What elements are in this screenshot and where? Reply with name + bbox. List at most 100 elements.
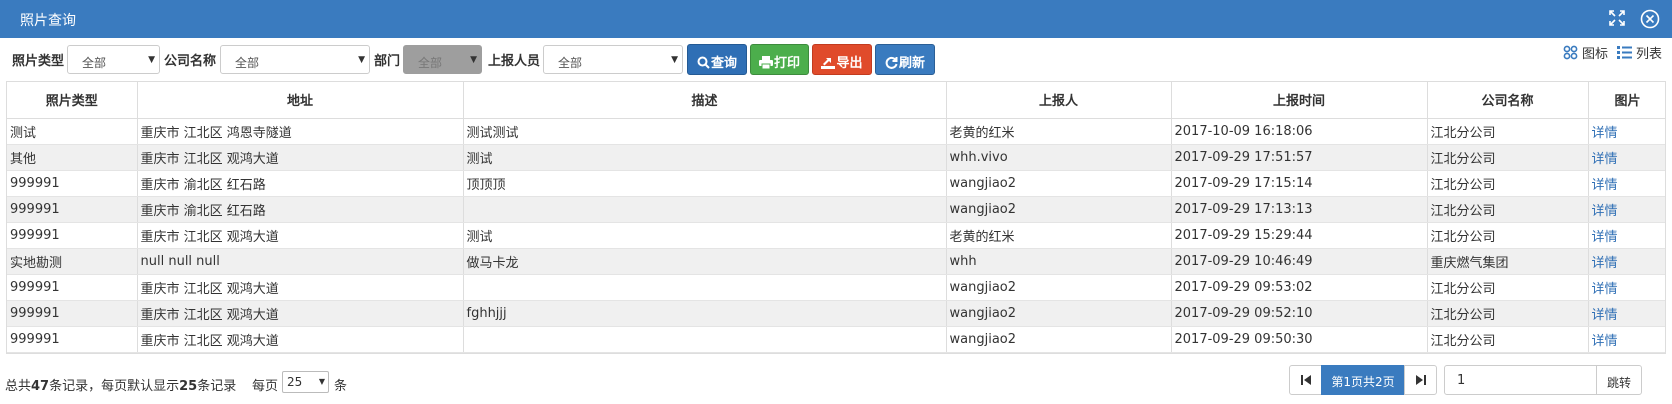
view-icon-button[interactable]: 图标 — [1563, 43, 1608, 62]
search-icon — [697, 56, 710, 69]
per-page-label: 每页 — [252, 379, 279, 394]
cell-description: 做马卡龙 — [463, 248, 947, 275]
cell-report-time: 2017-09-29 17:13:13 — [1171, 196, 1428, 223]
query-button[interactable]: 查询 — [687, 44, 747, 75]
cell-reporter: wangjiao2 — [946, 326, 1172, 353]
grid-view-icon — [1563, 45, 1578, 60]
refresh-icon — [885, 56, 898, 69]
query-label: 查询 — [710, 56, 737, 71]
cell-company: 江北分公司 — [1427, 196, 1589, 223]
cell-photo-type: 999991 — [7, 170, 138, 197]
record-summary: 总共47条记录，每页默认显示25条记录 — [5, 375, 236, 394]
cell-detail-link[interactable]: 详情 — [1588, 326, 1665, 353]
cell-company: 江北分公司 — [1427, 300, 1589, 327]
cell-description: 测试测试 — [463, 118, 947, 145]
first-page-button[interactable] — [1289, 365, 1322, 395]
cell-report-time: 2017-09-29 15:29:44 — [1171, 222, 1428, 249]
cell-photo-type: 999991 — [7, 300, 138, 327]
cell-report-time: 2017-10-09 16:18:06 — [1171, 118, 1428, 145]
cell-detail-link[interactable]: 详情 — [1588, 274, 1665, 301]
dept-value: 全部 — [418, 56, 443, 70]
jump-button[interactable]: 跳转 — [1596, 365, 1642, 395]
print-button[interactable]: 打印 — [750, 44, 809, 75]
col-header-company[interactable]: 公司名称 — [1427, 82, 1589, 119]
cell-description: 测试 — [463, 144, 947, 171]
table-row[interactable]: 999991 重庆市 江北区 观鸿大道 wangjiao2 2017-09-29 09… — [7, 274, 1665, 301]
cell-photo-type: 测试 — [7, 118, 138, 145]
cell-report-time: 2017-09-29 10:46:49 — [1171, 248, 1428, 275]
window-title: 照片查询 — [20, 13, 76, 29]
cell-address: 重庆市 江北区 观鸿大道 — [137, 274, 464, 301]
cell-photo-type: 999991 — [7, 326, 138, 353]
per-page-select[interactable]: 25 ▼ — [282, 371, 329, 393]
cell-report-time: 2017-09-29 09:50:30 — [1171, 326, 1428, 353]
company-select[interactable]: 全部 ▼ — [220, 45, 370, 74]
cell-reporter: wangjiao2 — [946, 170, 1172, 197]
table-header-row: 照片类型 地址 描述 上报人 上报时间 公司名称 图片 — [7, 82, 1665, 119]
table-row[interactable]: 999991 重庆市 江北区 观鸿大道 wangjiao2 2017-09-29 09… — [7, 326, 1665, 353]
cell-company: 江北分公司 — [1427, 274, 1589, 301]
col-header-report-time[interactable]: 上报时间 — [1171, 82, 1428, 119]
export-button[interactable]: 导出 — [812, 44, 872, 75]
refresh-label: 刷新 — [898, 56, 925, 71]
print-label: 打印 — [773, 56, 800, 71]
cell-detail-link[interactable]: 详情 — [1588, 118, 1665, 145]
reporter-label: 上报人员 — [488, 54, 541, 69]
cell-detail-link[interactable]: 详情 — [1588, 222, 1665, 249]
cell-reporter — [946, 352, 1172, 353]
cell-detail-link[interactable]: 详情 — [1588, 196, 1665, 223]
dept-label: 部门 — [374, 54, 401, 69]
total-count: 47 — [31, 379, 50, 394]
reporter-value: 全部 — [558, 56, 583, 70]
first-page-icon — [1301, 375, 1311, 385]
cell-address — [137, 352, 464, 353]
last-page-button[interactable] — [1404, 365, 1437, 395]
cell-address: 重庆市 江北区 观鸿大道 — [137, 300, 464, 327]
expand-icon[interactable] — [1608, 9, 1628, 29]
table-row[interactable]: 实地勘测 null null null 做马卡龙 whh 2017-09-29 10:4… — [7, 248, 1665, 275]
cell-detail-link[interactable]: 详情 — [1588, 144, 1665, 171]
cell-photo-type: 其他 — [7, 144, 138, 171]
chevron-down-icon: ▼ — [318, 377, 325, 386]
reporter-select[interactable]: 全部 ▼ — [543, 45, 683, 74]
cell-detail-link[interactable]: 详情 — [1588, 300, 1665, 327]
table-row[interactable]: 999991 重庆市 渝北区 红石路 wangjiao2 2017-09-29 17:… — [7, 196, 1665, 223]
cell-report-time: 2017-09-29 17:15:14 — [1171, 170, 1428, 197]
cell-detail-link[interactable]: 详情 — [1588, 352, 1665, 353]
cell-company: 重庆燃气集团 — [1427, 248, 1589, 275]
photo-type-select[interactable]: 全部 ▼ — [67, 45, 160, 74]
photo-table: 照片类型 地址 描述 上报人 上报时间 公司名称 图片 测试 重庆市 江北区 鸿恩… — [6, 81, 1666, 354]
table-row[interactable]: 测试 重庆市 江北区 鸿恩寺隧道 测试测试 老黄的红米 2017-10-09 16:18… — [7, 118, 1665, 145]
cell-detail-link[interactable]: 详情 — [1588, 170, 1665, 197]
col-header-photo-type[interactable]: 照片类型 — [7, 82, 138, 119]
photo-type-label: 照片类型 — [12, 54, 65, 69]
refresh-button[interactable]: 刷新 — [875, 44, 935, 75]
table-row[interactable]: 999991 重庆市 渝北区 红石路 顶顶顶 wangjiao2 2017-09-29 … — [7, 170, 1665, 197]
jump-page-input[interactable]: 1 — [1444, 365, 1597, 395]
print-icon — [758, 56, 773, 70]
col-header-reporter[interactable]: 上报人 — [946, 82, 1172, 119]
view-list-button[interactable]: 列表 — [1617, 43, 1662, 62]
col-header-address[interactable]: 地址 — [137, 82, 464, 119]
filter-toolbar: 照片类型 全部 ▼ 公司名称 全部 ▼ 部门 全部 ▼ 上报人员 全部 ▼ 查询… — [0, 38, 1672, 80]
cell-address: 重庆市 江北区 观鸿大道 — [137, 144, 464, 171]
chevron-down-icon: ▼ — [148, 55, 155, 65]
col-header-image[interactable]: 图片 — [1588, 82, 1665, 119]
cell-detail-link[interactable]: 详情 — [1588, 248, 1665, 275]
close-icon[interactable] — [1640, 9, 1660, 29]
cell-company: 江北分公司 — [1427, 170, 1589, 197]
cell-report-time: 2017-09-29 17:51:57 — [1171, 144, 1428, 171]
table-row[interactable]: 详情 — [7, 352, 1665, 353]
cell-company: 江北分公司 — [1427, 118, 1589, 145]
cell-address: 重庆市 江北区 鸿恩寺隧道 — [137, 118, 464, 145]
cell-reporter: whh.vivo — [946, 144, 1172, 171]
col-header-description[interactable]: 描述 — [463, 82, 947, 119]
cell-photo-type — [7, 352, 138, 353]
table-row[interactable]: 999991 重庆市 江北区 观鸿大道 fghhjjj wangjiao2 2017-0… — [7, 300, 1665, 327]
dept-select[interactable]: 全部 ▼ — [403, 45, 482, 74]
cell-description — [463, 352, 947, 353]
page-indicator: 第1页共2页 — [1321, 365, 1405, 395]
table-row[interactable]: 999991 重庆市 江北区 观鸿大道 测试 老黄的红米 2017-09-29 15:2… — [7, 222, 1665, 249]
cell-address: 重庆市 渝北区 红石路 — [137, 170, 464, 197]
table-row[interactable]: 其他 重庆市 江北区 观鸿大道 测试 whh.vivo 2017-09-29 17:51… — [7, 144, 1665, 171]
